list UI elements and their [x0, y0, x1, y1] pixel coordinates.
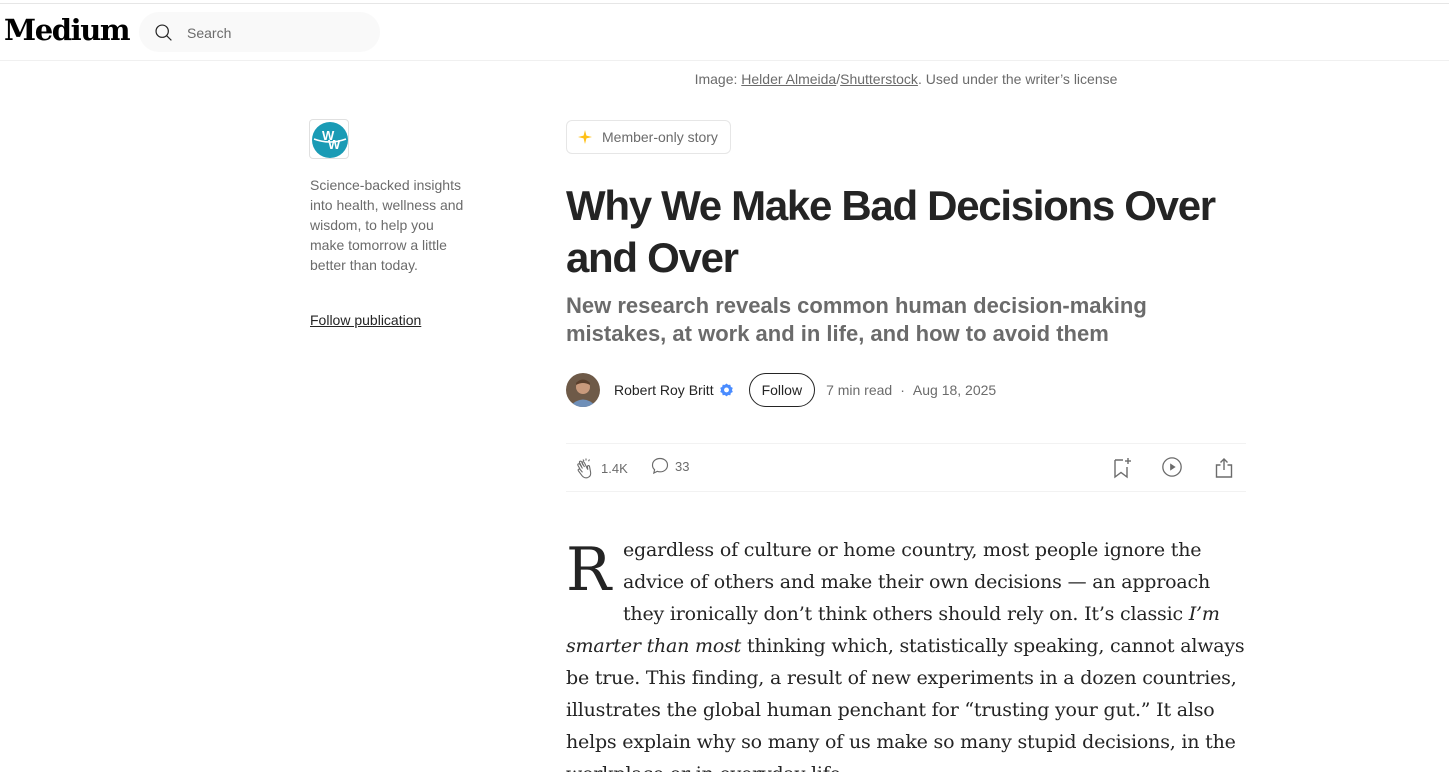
- publish-date: Aug 18, 2025: [912, 382, 997, 398]
- verified-badge-icon: [719, 382, 733, 396]
- author-name-link[interactable]: Robert Roy Britt: [614, 382, 714, 398]
- clap-count: 1.4K: [601, 460, 628, 476]
- save-button[interactable]: [1111, 456, 1133, 480]
- search-bar[interactable]: [139, 12, 380, 52]
- follow-publication-link[interactable]: Follow publication: [310, 312, 421, 328]
- author-avatar[interactable]: [566, 373, 600, 407]
- publication-logo-letter-2: W: [328, 137, 341, 152]
- responses-count: 33: [675, 458, 690, 474]
- read-time: 7 min read: [826, 382, 893, 398]
- follow-author-button[interactable]: Follow: [748, 373, 816, 407]
- author-photo-icon: [566, 373, 600, 407]
- drop-cap: R: [566, 535, 611, 605]
- article-body-paragraph: Regardless of culture or home country, m…: [566, 534, 1248, 772]
- top-navbar: Medium: [0, 4, 1449, 61]
- meta-separator-dot: ·: [900, 382, 905, 398]
- image-caption: Image: Helder Almeida/Shutterstock. Used…: [0, 71, 1449, 87]
- member-only-badge: Member-only story: [566, 120, 731, 154]
- publication-logo-icon: W W: [312, 122, 348, 158]
- article-title: Why We Make Bad Decisions Over and Over: [566, 182, 1216, 281]
- clap-icon: [577, 458, 592, 479]
- body-text-part-1: egardless of culture or home country, mo…: [622, 539, 1210, 625]
- share-button[interactable]: [1213, 456, 1235, 480]
- article-byline: Robert Roy Britt Follow 7 min read · Aug…: [566, 372, 996, 408]
- listen-button[interactable]: [1161, 456, 1183, 478]
- share-icon: [1215, 458, 1233, 478]
- article-subtitle: New research reveals common human decisi…: [566, 293, 1147, 346]
- publication-description: Science-backed insights into health, wel…: [310, 177, 464, 273]
- article-action-bar: 1.4K 33: [566, 443, 1246, 492]
- caption-credit-link-2[interactable]: Shutterstock: [840, 71, 918, 87]
- caption-suffix: . Used under the writer’s license: [917, 71, 1118, 87]
- speech-bubble-icon: [651, 457, 669, 475]
- medium-logo[interactable]: Medium: [4, 13, 131, 47]
- caption-credit-link-1[interactable]: Helder Almeida: [741, 71, 836, 87]
- play-circle-icon: [1162, 457, 1182, 477]
- search-input[interactable]: [187, 23, 367, 43]
- star-icon: [578, 130, 592, 144]
- caption-prefix: Image:: [694, 71, 742, 87]
- responses-button[interactable]: 33: [650, 456, 689, 476]
- member-only-label: Member-only story: [602, 129, 718, 145]
- bookmark-add-icon: [1114, 458, 1131, 479]
- publication-logo[interactable]: W W: [309, 119, 349, 159]
- search-icon: [155, 24, 172, 41]
- clap-button[interactable]: 1.4K: [574, 456, 628, 480]
